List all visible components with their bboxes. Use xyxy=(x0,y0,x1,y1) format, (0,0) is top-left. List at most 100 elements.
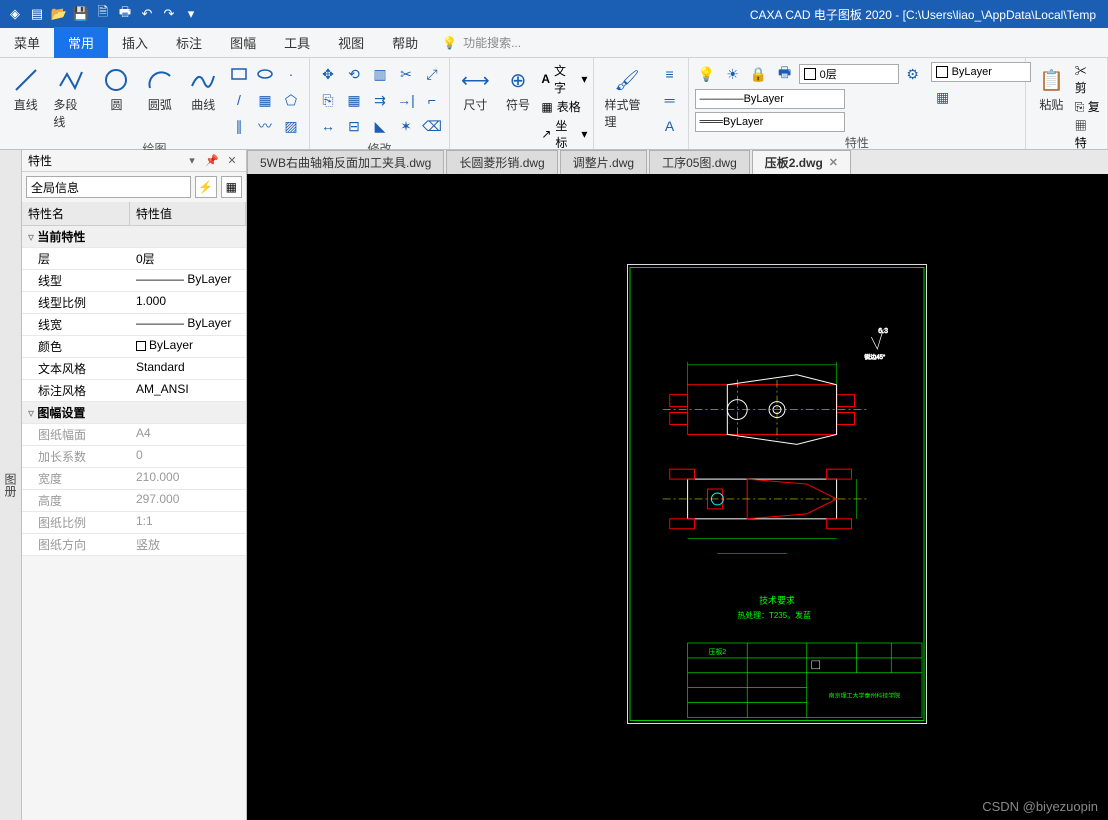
copy-clip-button[interactable]: ⎘ 复 xyxy=(1075,98,1101,115)
circle-button[interactable]: 圆 xyxy=(97,62,136,115)
feature-search[interactable]: 💡 功能搜索... xyxy=(442,34,521,51)
match-props-icon[interactable]: ▦ xyxy=(931,85,955,109)
style-manager-button[interactable]: 🖌 样式管理 xyxy=(600,62,653,132)
paste-button[interactable]: 📋 粘贴 xyxy=(1032,62,1071,115)
table-button[interactable]: ▦表格 xyxy=(541,98,587,115)
symbol-button[interactable]: ⊕ 符号 xyxy=(499,62,538,115)
dimension-button[interactable]: ⟷ 尺寸 xyxy=(456,62,495,115)
tab-pressplate2[interactable]: 压板2.dwg✕ xyxy=(752,150,851,174)
tab-process05[interactable]: 工序05图.dwg xyxy=(649,150,750,174)
text-button[interactable]: A文字▾ xyxy=(541,62,587,96)
lineweight-dropdown[interactable]: ═══ ByLayer xyxy=(695,112,845,132)
break-icon[interactable]: ⊟ xyxy=(342,114,366,138)
section-current-properties[interactable]: 当前特性 xyxy=(22,226,246,248)
fill-icon[interactable]: ▨ xyxy=(279,114,303,138)
parallel-icon[interactable]: ∥ xyxy=(227,114,251,138)
lock-icon[interactable]: 🔒 xyxy=(747,62,771,86)
linetype-dropdown[interactable]: ———— ByLayer xyxy=(695,89,845,109)
open-icon[interactable]: 📂 xyxy=(51,6,67,22)
menu-view[interactable]: 视图 xyxy=(324,27,378,58)
prop-row-orientation[interactable]: 图纸方向竖放 xyxy=(22,534,246,556)
menu-tools[interactable]: 工具 xyxy=(270,27,324,58)
textstyle-icon[interactable]: A xyxy=(658,114,682,138)
selection-dropdown[interactable] xyxy=(26,176,191,198)
panel-options-icon[interactable]: ▾ xyxy=(184,153,200,169)
bulb-icon[interactable]: 💡 xyxy=(695,62,719,86)
save-icon[interactable]: 💾 xyxy=(73,6,89,22)
copy-icon[interactable]: ⎘ xyxy=(316,88,340,112)
panel-close-icon[interactable]: ✕ xyxy=(224,153,240,169)
print-icon[interactable]: 🖶 xyxy=(117,6,133,22)
prop-row-papersize[interactable]: 图纸幅面A4 xyxy=(22,424,246,446)
layer-dropdown[interactable]: 0层 xyxy=(799,64,899,84)
redo-icon[interactable]: ↷ xyxy=(161,6,177,22)
menu-help[interactable]: 帮助 xyxy=(378,27,432,58)
prop-row-lineweight[interactable]: 线宽———— ByLayer xyxy=(22,314,246,336)
line-button[interactable]: 直线 xyxy=(6,62,45,115)
fillet-icon[interactable]: ⌐ xyxy=(420,88,444,112)
prop-row-scale[interactable]: 图纸比例1:1 xyxy=(22,512,246,534)
polyline-button[interactable]: 多段线 xyxy=(49,62,92,132)
menu-main[interactable]: 菜单 xyxy=(0,27,54,58)
qat-dropdown-icon[interactable]: ▾ xyxy=(183,6,199,22)
hatch-icon[interactable]: ▦ xyxy=(253,88,277,112)
point-icon[interactable]: · xyxy=(279,62,303,86)
prop-row-color[interactable]: 颜色ByLayer xyxy=(22,336,246,358)
section-sheet-settings[interactable]: 图幅设置 xyxy=(22,402,246,424)
menu-insert[interactable]: 插入 xyxy=(108,27,162,58)
array-icon[interactable]: ▦ xyxy=(342,88,366,112)
tab-fixture[interactable]: 5WB右曲轴箱反面加工夹具.dwg xyxy=(247,150,444,174)
rotate-icon[interactable]: ⟲ xyxy=(342,62,366,86)
quick-select-icon[interactable]: ⚡ xyxy=(195,176,217,198)
tab-pin[interactable]: 长圆菱形销.dwg xyxy=(446,150,557,174)
prop-row-extend[interactable]: 加长系数0 xyxy=(22,446,246,468)
arc-button[interactable]: 圆弧 xyxy=(140,62,179,115)
vertical-tab-library[interactable]: 图册 xyxy=(0,150,22,820)
filter-icon[interactable]: ▦ xyxy=(221,176,243,198)
new-icon[interactable]: ▤ xyxy=(29,6,45,22)
rect-icon[interactable] xyxy=(227,62,251,86)
offset-icon[interactable]: ⇉ xyxy=(368,88,392,112)
spline-button[interactable]: 曲线 xyxy=(184,62,223,115)
print-preview-icon[interactable]: 🗎 xyxy=(95,6,111,22)
panel-pin-icon[interactable]: 📌 xyxy=(204,153,220,169)
color-dropdown[interactable]: ByLayer xyxy=(931,62,1031,82)
move-icon[interactable]: ✥ xyxy=(316,62,340,86)
drawing-canvas[interactable]: 6.3 锐边45° xyxy=(247,174,1108,820)
prop-row-textstyle[interactable]: 文本风格Standard xyxy=(22,358,246,380)
chamfer-icon[interactable]: ◣ xyxy=(368,114,392,138)
explode-icon[interactable]: ✶ xyxy=(394,114,418,138)
cut-button[interactable]: ✂ 剪 xyxy=(1075,62,1101,96)
prop-row-linetype[interactable]: 线型———— ByLayer xyxy=(22,270,246,292)
polygon-icon[interactable]: ⬠ xyxy=(279,88,303,112)
paste-special-button[interactable]: ▦ 特 xyxy=(1075,117,1101,151)
print-layer-icon[interactable]: 🖶 xyxy=(773,62,797,86)
extend-icon[interactable]: →| xyxy=(394,88,418,112)
trim-icon[interactable]: ✂ xyxy=(394,62,418,86)
erase-icon[interactable]: ⌫ xyxy=(420,114,444,138)
scale-icon[interactable]: ⤢ xyxy=(420,62,444,86)
prop-row-height[interactable]: 高度297.000 xyxy=(22,490,246,512)
ray-icon[interactable]: / xyxy=(227,88,251,112)
menu-sheet[interactable]: 图幅 xyxy=(216,27,270,58)
sun-icon[interactable]: ☀ xyxy=(721,62,745,86)
linetype-icon[interactable]: ≡ xyxy=(658,62,682,86)
menu-common[interactable]: 常用 xyxy=(54,27,108,58)
undo-icon[interactable]: ↶ xyxy=(139,6,155,22)
menu-annotate[interactable]: 标注 xyxy=(162,27,216,58)
linewidth-icon[interactable]: ═ xyxy=(658,88,682,112)
prop-row-ltscale[interactable]: 线型比例1.000 xyxy=(22,292,246,314)
ribbon-group-style: 🖌 样式管理 ≡ ═ A xyxy=(594,58,688,149)
stretch-icon[interactable]: ↔ xyxy=(316,114,340,138)
prop-row-dimstyle[interactable]: 标注风格AM_ANSI xyxy=(22,380,246,402)
coord-button[interactable]: ↗坐标▾ xyxy=(541,117,587,151)
wave-icon[interactable]: 〰 xyxy=(253,114,277,138)
mirror-icon[interactable]: ▥ xyxy=(368,62,392,86)
ellipse-icon[interactable] xyxy=(253,62,277,86)
prop-row-width[interactable]: 宽度210.000 xyxy=(22,468,246,490)
prop-row-layer[interactable]: 层0层 xyxy=(22,248,246,270)
layer-manager-icon[interactable]: ⚙ xyxy=(901,62,925,86)
circle-icon xyxy=(100,64,132,96)
tab-shim[interactable]: 调整片.dwg xyxy=(560,150,647,174)
tab-close-icon[interactable]: ✕ xyxy=(829,156,838,169)
